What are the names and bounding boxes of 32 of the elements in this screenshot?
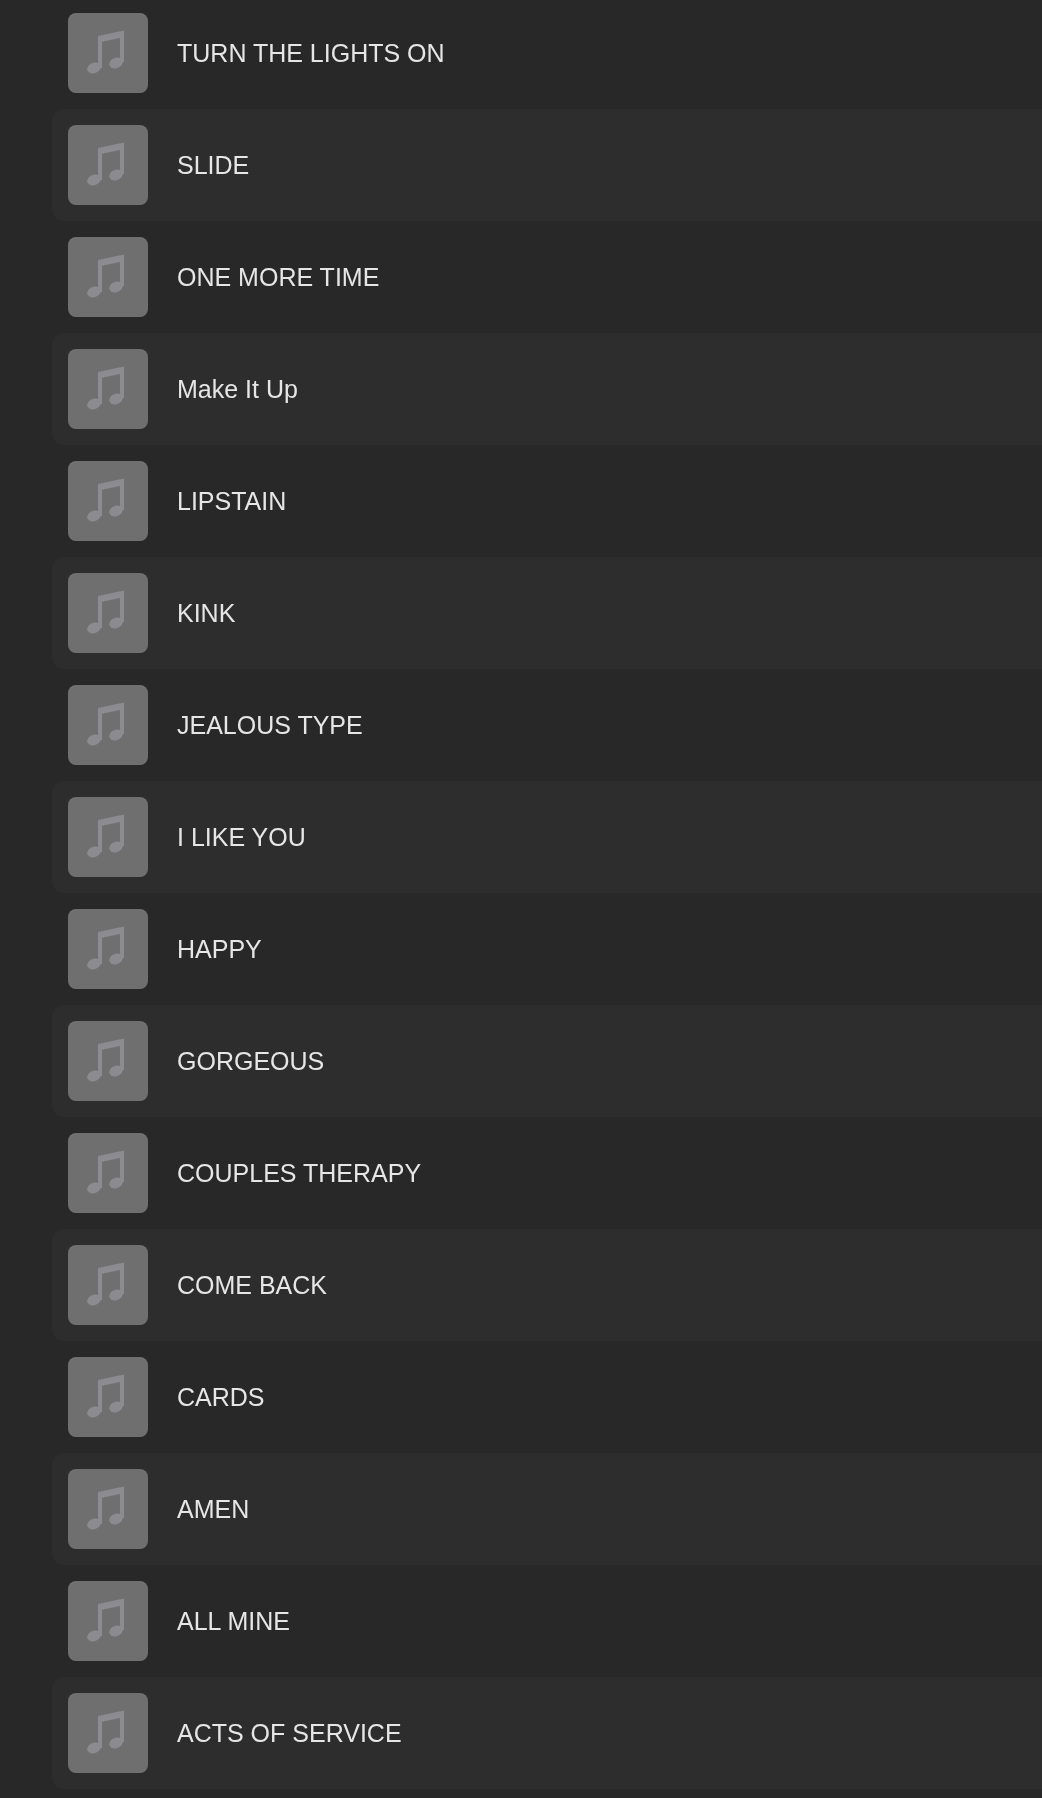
track-row[interactable]: I LIKE YOU [52, 781, 1042, 893]
track-row[interactable]: JEALOUS TYPE [52, 669, 1042, 781]
music-note-icon [68, 1581, 148, 1661]
music-note-icon [68, 237, 148, 317]
track-row[interactable]: SLIDE [52, 109, 1042, 221]
music-note-icon [68, 1469, 148, 1549]
music-note-icon [68, 1245, 148, 1325]
track-row[interactable]: GORGEOUS [52, 1005, 1042, 1117]
track-row[interactable]: KINK [52, 557, 1042, 669]
music-note-icon [68, 125, 148, 205]
music-note-icon [68, 1357, 148, 1437]
track-row[interactable]: TURN THE LIGHTS ON [52, 0, 1042, 109]
track-row[interactable]: HAPPY [52, 893, 1042, 1005]
music-note-icon [68, 797, 148, 877]
track-row[interactable]: ACTS OF SERVICE [52, 1677, 1042, 1789]
track-row[interactable]: AMEN [52, 1453, 1042, 1565]
track-row[interactable]: ONE MORE TIME [52, 221, 1042, 333]
music-note-icon [68, 1021, 148, 1101]
track-row[interactable]: Make It Up [52, 333, 1042, 445]
music-note-icon [68, 685, 148, 765]
track-row[interactable]: COME BACK [52, 1229, 1042, 1341]
music-note-icon [68, 1693, 148, 1773]
track-row[interactable]: ALL MINE [52, 1565, 1042, 1677]
music-note-icon [68, 573, 148, 653]
music-note-icon [68, 13, 148, 93]
music-note-icon [68, 1133, 148, 1213]
music-note-icon [68, 461, 148, 541]
track-row[interactable]: CARDS [52, 1341, 1042, 1453]
music-note-icon [68, 909, 148, 989]
track-row[interactable]: LIPSTAIN [52, 445, 1042, 557]
track-row[interactable]: COUPLES THERAPY [52, 1117, 1042, 1229]
music-note-icon [68, 349, 148, 429]
